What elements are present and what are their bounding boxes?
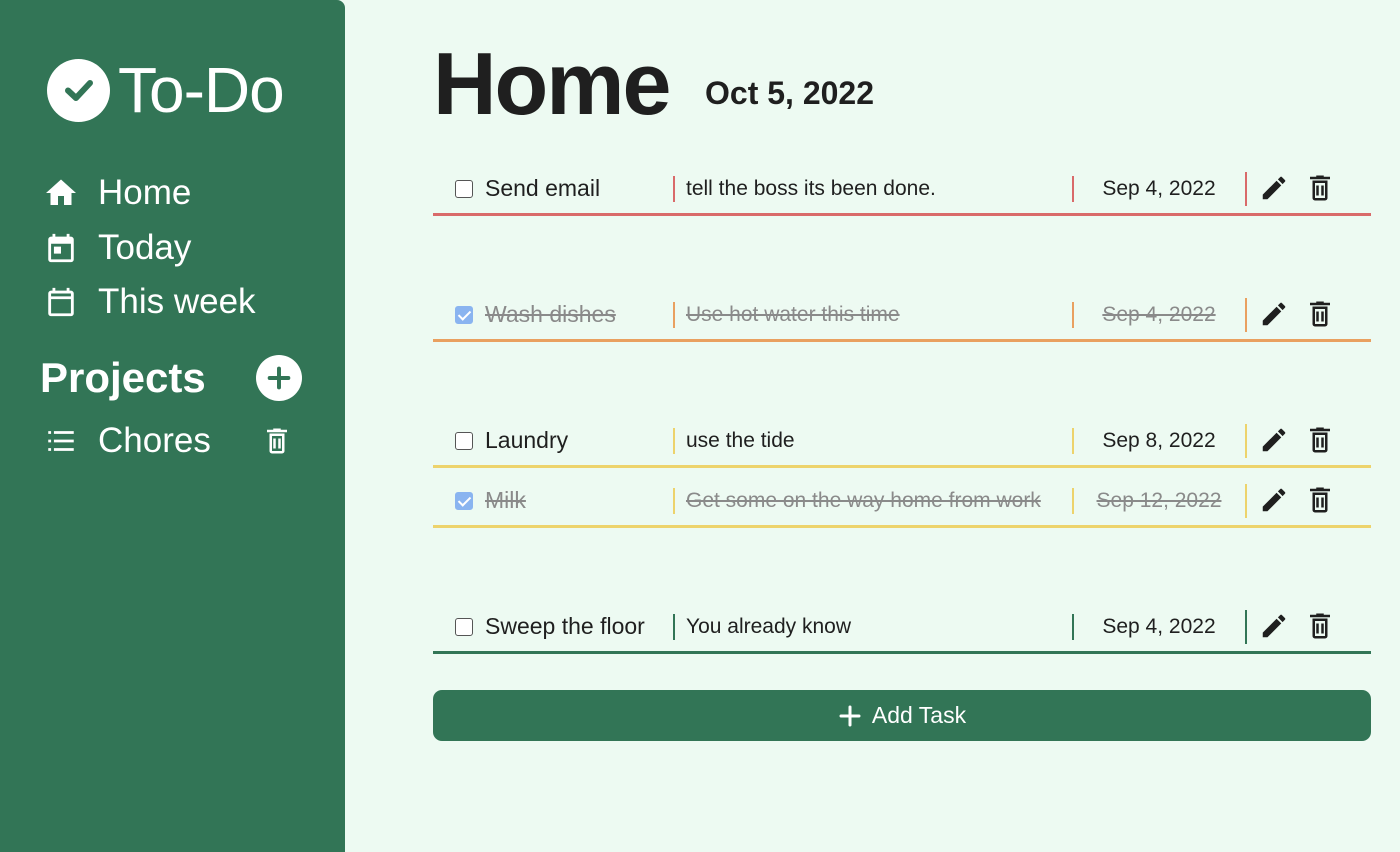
task-title: Laundry — [485, 427, 569, 453]
divider — [1245, 610, 1247, 644]
task-checkbox[interactable] — [455, 492, 473, 510]
edit-task-button[interactable] — [1259, 173, 1289, 203]
delete-task-button[interactable] — [1305, 299, 1335, 329]
pencil-icon — [1259, 176, 1289, 207]
sidebar-item-this-week[interactable]: This week — [42, 275, 256, 330]
add-task-button[interactable]: Add Task — [433, 690, 1371, 741]
list-icon — [42, 422, 80, 460]
delete-task-button[interactable] — [1305, 611, 1335, 641]
app-logo: To-Do — [47, 54, 285, 126]
calendar-week-icon — [42, 283, 80, 321]
trash-icon — [1305, 301, 1335, 333]
pencil-icon — [1259, 302, 1289, 333]
task-row: Sweep the floor You already know Sep 4, 20… — [433, 598, 1371, 654]
pencil-icon — [1259, 614, 1289, 645]
divider — [673, 428, 675, 454]
trash-icon — [1305, 613, 1335, 645]
edit-task-button[interactable] — [1259, 485, 1289, 515]
add-task-label: Add Task — [871, 702, 967, 728]
task-description: tell the boss its been done. — [686, 177, 936, 200]
delete-project-button[interactable] — [260, 421, 294, 461]
page-date: Oct 5, 2022 — [705, 75, 874, 111]
sidebar-item-label: This week — [98, 282, 256, 322]
add-project-button[interactable] — [256, 355, 302, 401]
delete-task-button[interactable] — [1305, 173, 1335, 203]
sidebar-nav: Home Today This week — [42, 166, 256, 330]
task-due-date: Sep 12, 2022 — [1096, 489, 1222, 512]
task-due-date: Sep 4, 2022 — [1102, 615, 1216, 638]
divider — [673, 488, 675, 514]
trash-icon — [1305, 487, 1335, 519]
task-description: use the tide — [686, 429, 795, 452]
divider — [673, 614, 675, 640]
sidebar-item-label: Today — [98, 227, 192, 267]
sidebar-item-label: Chores — [98, 421, 211, 460]
plus-icon — [267, 366, 291, 390]
trash-icon — [1305, 427, 1335, 459]
task-title: Milk — [485, 487, 526, 513]
delete-task-button[interactable] — [1305, 485, 1335, 515]
task-due-date: Sep 4, 2022 — [1102, 303, 1216, 326]
projects-header: Projects — [40, 354, 302, 402]
divider — [673, 176, 675, 202]
sidebar-item-chores[interactable]: Chores — [42, 416, 294, 466]
projects-title: Projects — [40, 354, 206, 401]
trash-icon — [1305, 175, 1335, 207]
task-title: Send email — [485, 175, 601, 201]
task-checkbox[interactable] — [455, 306, 473, 324]
divider — [1245, 424, 1247, 458]
sidebar-item-label: Home — [98, 173, 192, 213]
sidebar-item-today[interactable]: Today — [42, 221, 256, 276]
edit-task-button[interactable] — [1259, 425, 1289, 455]
pencil-icon — [1259, 488, 1289, 519]
task-checkbox[interactable] — [455, 432, 473, 450]
divider — [1245, 298, 1247, 332]
task-title: Sweep the floor — [485, 613, 645, 639]
task-due-date: Sep 4, 2022 — [1102, 177, 1216, 200]
task-description: Get some on the way home from work — [686, 489, 1041, 512]
pencil-icon — [1259, 428, 1289, 459]
task-row: Milk Get some on the way home from work Se… — [433, 472, 1371, 528]
edit-task-button[interactable] — [1259, 299, 1289, 329]
task-checkbox[interactable] — [455, 618, 473, 636]
task-row: Send email tell the boss its been done. Se… — [433, 160, 1371, 216]
divider — [1245, 484, 1247, 518]
task-due-date: Sep 8, 2022 — [1102, 429, 1216, 452]
app-title: To-Do — [118, 54, 285, 126]
sidebar-item-home[interactable]: Home — [42, 166, 256, 221]
edit-task-button[interactable] — [1259, 611, 1289, 641]
task-row: Wash dishes Use hot water this time Sep 4,… — [433, 286, 1371, 342]
calendar-day-icon — [42, 229, 80, 267]
task-description: Use hot water this time — [686, 303, 900, 326]
divider — [1245, 172, 1247, 206]
task-row: Laundry use the tide Sep 8, 2022 — [433, 412, 1371, 468]
home-icon — [42, 174, 80, 212]
plus-icon — [839, 705, 861, 726]
task-title: Wash dishes — [485, 301, 616, 327]
sidebar: To-Do Home Today This week Projects Chor… — [0, 0, 345, 852]
page-title: Home — [433, 34, 671, 133]
divider — [673, 302, 675, 328]
task-description: You already know — [686, 615, 852, 638]
task-checkbox[interactable] — [455, 180, 473, 198]
delete-task-button[interactable] — [1305, 425, 1335, 455]
trash-icon — [267, 428, 287, 454]
check-circle-icon — [47, 58, 110, 122]
